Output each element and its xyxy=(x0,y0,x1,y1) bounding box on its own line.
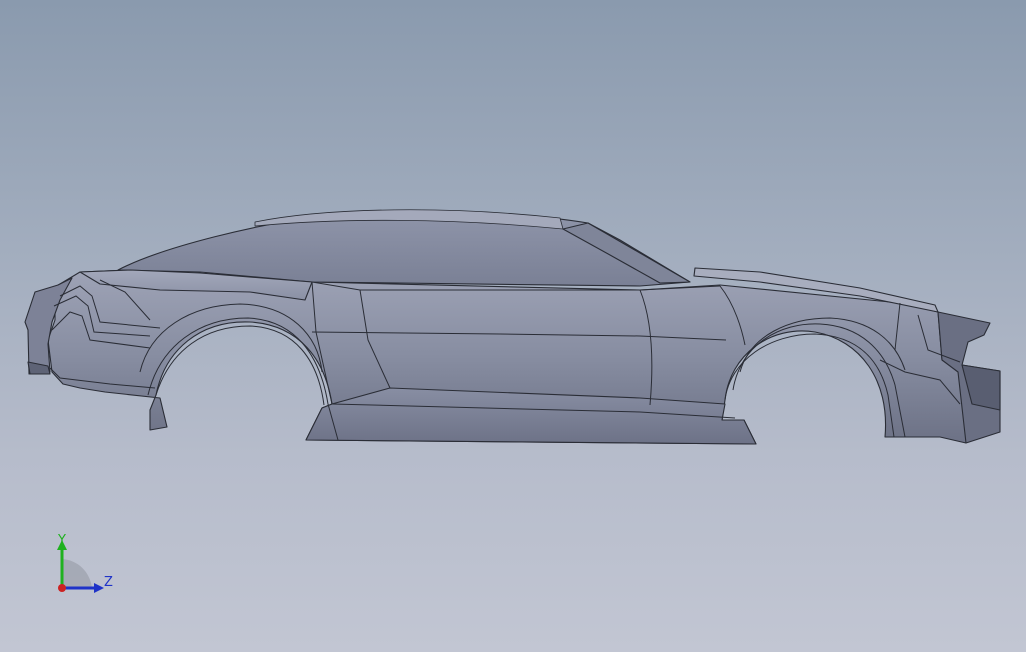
car-body-model[interactable] xyxy=(0,0,1026,652)
y-axis-label: Y xyxy=(57,533,66,548)
3d-viewport[interactable]: Y Z xyxy=(0,0,1026,652)
z-axis-label: Z xyxy=(104,575,113,590)
z-axis-head xyxy=(94,583,104,593)
triad-plane xyxy=(62,559,92,588)
coordinate-triad: Y Z xyxy=(57,533,113,593)
x-axis-dot xyxy=(58,584,66,592)
